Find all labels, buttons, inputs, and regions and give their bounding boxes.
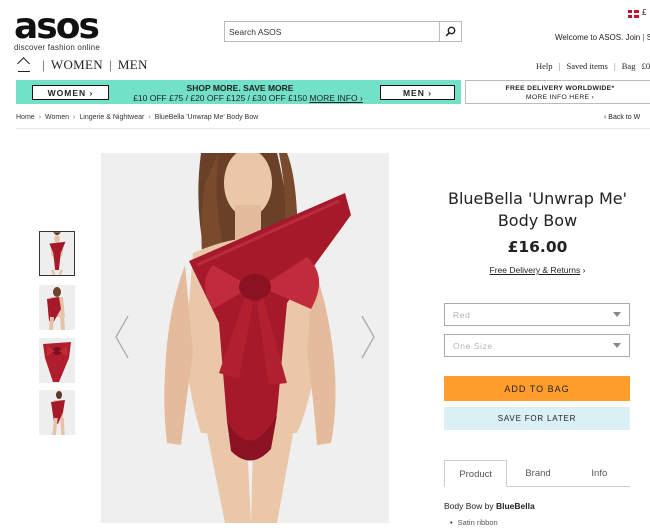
asos-logo[interactable]: asos discover fashion online	[14, 6, 100, 53]
promo-men-button[interactable]: MEN ›	[380, 85, 455, 100]
welcome-bar: Welcome to ASOS. Join | S	[555, 33, 650, 42]
thumbnail-side[interactable]	[39, 390, 75, 435]
colour-select-value: Red	[453, 309, 471, 320]
promo-women-button[interactable]: WOMEN ›	[32, 85, 109, 100]
promo-more-info-link[interactable]: MORE INFO ›	[309, 93, 362, 103]
promo-offer: £10 OFF £75 / £20 OFF £125 / £30 OFF £15…	[133, 93, 308, 103]
tab-product[interactable]: Product	[444, 460, 508, 487]
nav-men[interactable]: MEN	[118, 57, 148, 73]
promo-offer-line: £10 OFF £75 / £20 OFF £125 / £30 OFF £15…	[116, 93, 380, 103]
logo-wordmark: asos	[14, 6, 100, 47]
product-title-line-2: Body Bow	[497, 211, 578, 230]
join-link[interactable]: Join	[626, 33, 641, 42]
save-for-later-button[interactable]: SAVE FOR LATER	[444, 407, 630, 430]
thumbnail-detail[interactable]	[39, 338, 75, 383]
search-box[interactable]: Search ASOS	[224, 21, 462, 42]
product-price: £16.00	[507, 238, 568, 256]
breadcrumb: Home › Women › Lingerie & Nightwear › BlueBell…	[16, 114, 258, 121]
delivery-title: FREE DELIVERY WORLDWIDE*	[505, 85, 615, 92]
description-bullet: Satin ribbon	[450, 518, 498, 527]
breadcrumb-lingerie[interactable]: Lingerie & Nightwear	[79, 114, 144, 121]
product-title-line-1: BlueBella 'Unwrap Me'	[447, 189, 627, 208]
add-to-bag-button[interactable]: ADD TO BAG	[444, 376, 630, 401]
nav-separator: |	[42, 57, 45, 72]
breadcrumb-current: BlueBella 'Unwrap Me' Body Bow	[154, 114, 259, 121]
header-divider	[16, 128, 650, 129]
currency-label[interactable]: £	[642, 8, 646, 17]
size-select-value: One Size	[453, 340, 493, 351]
nav-women[interactable]: WOMEN	[51, 57, 103, 73]
promo-title: SHOP MORE. SAVE MORE	[186, 83, 294, 93]
colour-select[interactable]: Red	[444, 303, 630, 326]
product-description: Body Bow by BlueBella	[444, 501, 535, 511]
promo-banner: WOMEN › SHOP MORE. SAVE MORE £10 OFF £75…	[16, 80, 461, 104]
tab-brand[interactable]: Brand	[507, 460, 568, 486]
util-separator: |	[613, 61, 616, 71]
dropdown-caret-icon	[613, 343, 621, 348]
breadcrumb-sep: ›	[148, 114, 151, 121]
delivery-returns-arrow: ›	[582, 265, 586, 275]
breadcrumb-women[interactable]: Women	[45, 114, 69, 121]
util-separator: |	[558, 61, 561, 71]
delivery-returns: Free Delivery & Returns ›	[445, 265, 630, 275]
breadcrumb-sep: ›	[73, 114, 76, 121]
breadcrumb-sep: ›	[38, 114, 42, 121]
size-select[interactable]: One Size	[444, 334, 630, 357]
chevron-left-icon[interactable]	[115, 315, 129, 359]
product-main-image[interactable]	[101, 153, 389, 523]
help-link[interactable]: Help	[536, 61, 553, 71]
uk-flag-icon[interactable]	[628, 10, 639, 18]
dropdown-caret-icon	[613, 312, 621, 317]
utility-nav: Help | Saved items | Bag £0.0	[536, 61, 650, 71]
bag-link[interactable]: Bag	[622, 61, 636, 71]
breadcrumb-home[interactable]: Home	[16, 114, 35, 121]
delivery-more-info[interactable]: MORE INFO HERE ›	[466, 93, 650, 102]
back-to-link[interactable]: ‹ Back to W	[604, 114, 640, 121]
delivery-returns-link[interactable]: Free Delivery & Returns	[490, 265, 581, 275]
product-title: BlueBella 'Unwrap Me' Body Bow	[445, 188, 630, 232]
search-input[interactable]: Search ASOS	[225, 27, 439, 37]
bag-total[interactable]: £0.0	[642, 61, 650, 71]
product-model-illustration	[101, 153, 389, 523]
welcome-text: Welcome to ASOS.	[555, 33, 624, 42]
saved-items-link[interactable]: Saved items	[566, 61, 607, 71]
description-prefix: Body Bow by	[444, 501, 496, 511]
description-brand: BlueBella	[495, 501, 535, 511]
welcome-separator: |	[642, 33, 645, 42]
search-icon	[445, 26, 456, 37]
logo-tagline: discover fashion online	[14, 43, 100, 52]
product-info-tabs: Product Brand Info	[444, 460, 630, 487]
gender-nav: | WOMEN | MEN	[18, 57, 148, 73]
thumbnail-front[interactable]	[39, 231, 75, 276]
thumbnail-back[interactable]	[39, 285, 75, 330]
free-delivery-banner[interactable]: FREE DELIVERY WORLDWIDE* MORE INFO HERE …	[465, 80, 650, 104]
nav-separator: |	[108, 57, 112, 72]
search-button[interactable]	[439, 22, 461, 41]
tab-info[interactable]: Info	[569, 460, 630, 486]
home-icon[interactable]	[18, 58, 30, 72]
chevron-right-icon[interactable]	[361, 315, 375, 359]
